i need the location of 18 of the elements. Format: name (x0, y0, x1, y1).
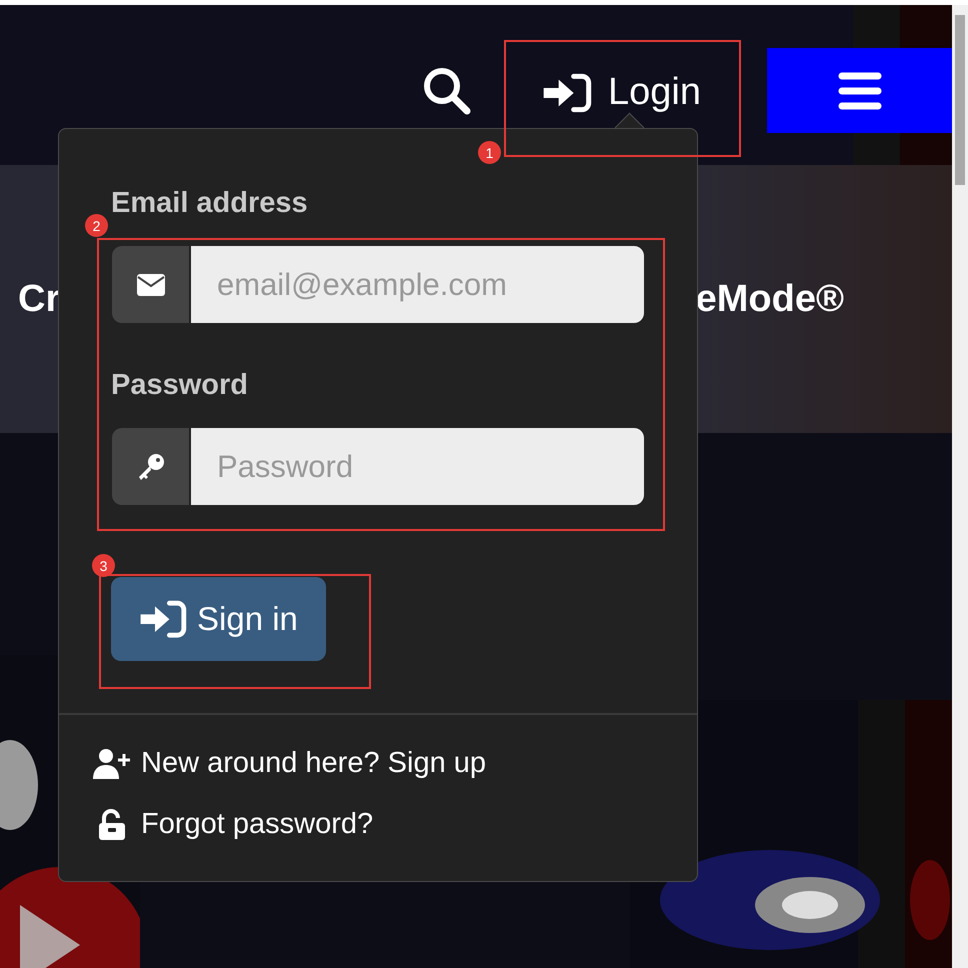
menu-button[interactable] (767, 48, 952, 133)
sign-in-button[interactable]: Sign in (111, 577, 326, 661)
scrollbar-thumb[interactable] (955, 15, 965, 185)
login-button[interactable]: Login (542, 71, 701, 114)
banner-title: Cr (18, 278, 60, 320)
search-icon (422, 66, 472, 116)
menu-icon (838, 72, 882, 110)
scrollbar[interactable] (952, 5, 968, 968)
sign-up-link[interactable]: New around here? Sign up (93, 747, 663, 780)
sign-in-icon (139, 600, 187, 638)
field-label: Password (111, 369, 249, 402)
envelope-icon (136, 274, 164, 296)
banner-title: eMode® (696, 278, 844, 320)
field-label: Email address (111, 187, 309, 220)
forgot-password-link[interactable]: Forgot password? (93, 808, 663, 841)
key-icon (136, 452, 164, 480)
add-user-icon (93, 748, 131, 780)
sign-in-icon (542, 72, 592, 112)
